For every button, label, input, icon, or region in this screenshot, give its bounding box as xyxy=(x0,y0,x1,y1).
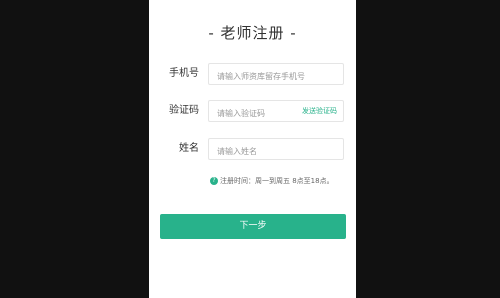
name-label: 姓名 xyxy=(179,143,199,154)
question-icon: ? xyxy=(210,177,218,185)
registration-panel: - 老师注册 - 手机号 验证码 发送验证码 姓名 ?注册时间：周一到周五 8点… xyxy=(149,0,356,298)
next-step-button[interactable]: 下一步 xyxy=(160,214,346,239)
code-field-box: 发送验证码 xyxy=(208,100,344,124)
hint-text: 注册时间：周一到周五 8点至18点。 xyxy=(220,177,334,185)
phone-label: 手机号 xyxy=(169,68,199,79)
registration-time-hint: ? 注册时间：周一到周五 8点至18点。 xyxy=(210,176,350,186)
code-label: 验证码 xyxy=(169,105,199,116)
phone-field-box xyxy=(208,63,344,87)
send-code-button[interactable]: 发送验证码 xyxy=(302,101,337,121)
name-field-box xyxy=(208,138,344,162)
code-input[interactable] xyxy=(209,103,293,124)
name-input[interactable] xyxy=(209,141,343,162)
page-title: - 老师注册 - xyxy=(208,24,297,42)
phone-input[interactable] xyxy=(209,66,343,87)
